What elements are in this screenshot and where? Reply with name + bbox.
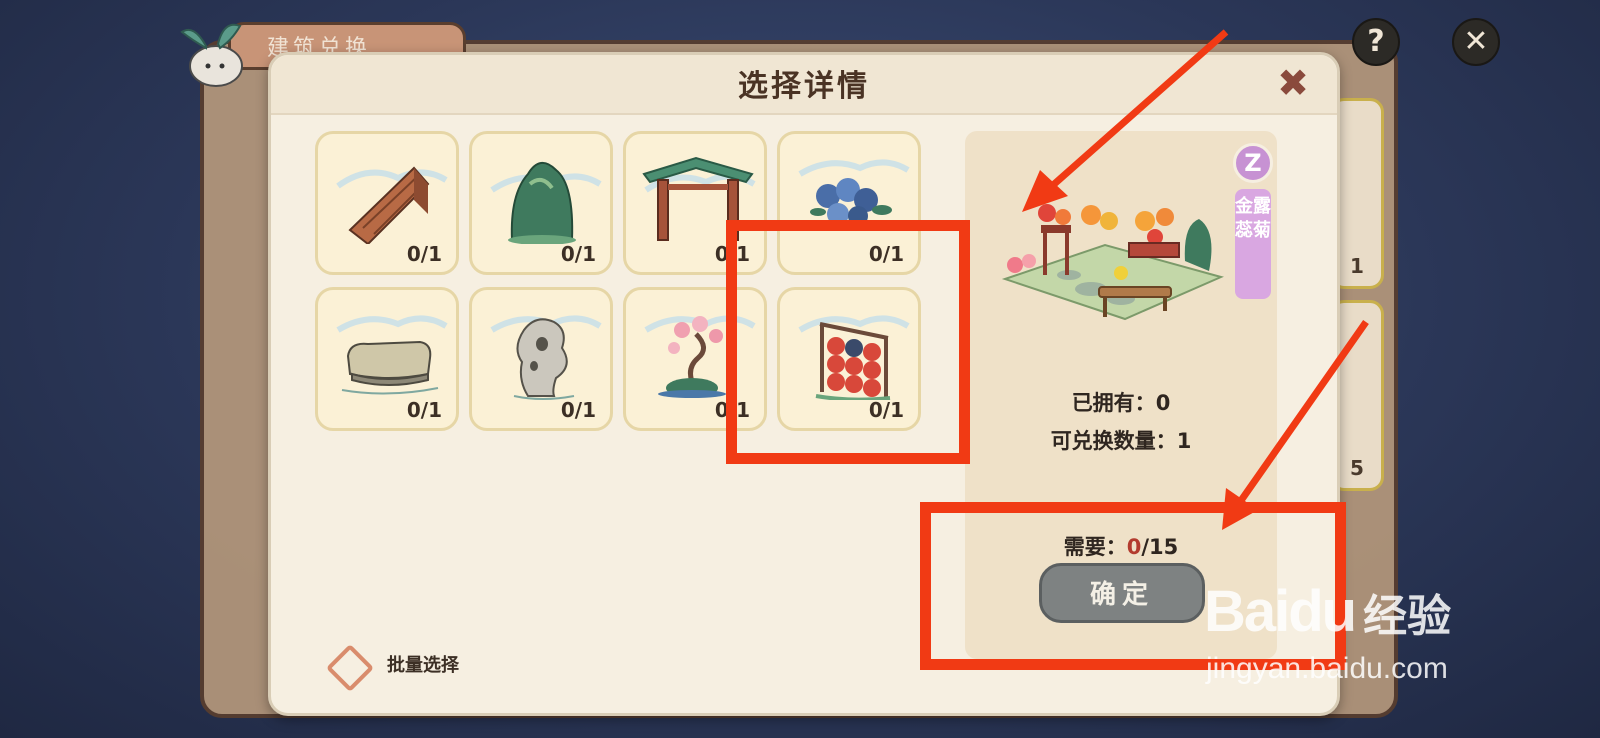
watermark-cn: 经验 [1363, 591, 1452, 642]
watermark-logo: Baidu [1204, 579, 1357, 644]
arrow-to-preview [1049, 29, 1229, 189]
arrow-to-confirm [1237, 319, 1369, 505]
watermark-url: jingyan.baidu.com [1206, 652, 1448, 685]
baidu-watermark: Baidu 经验 [1204, 578, 1451, 645]
arrow-head-confirm [1222, 488, 1258, 530]
